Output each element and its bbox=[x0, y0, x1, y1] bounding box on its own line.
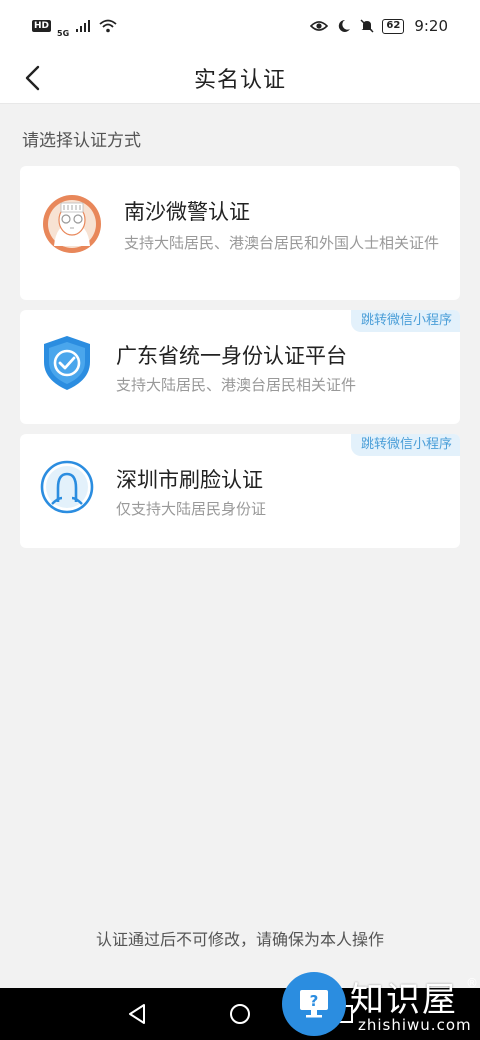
watermark-text: 知识屋 bbox=[350, 980, 458, 1020]
status-bar: HD 5G 62 9:20 bbox=[0, 0, 480, 52]
battery-indicator: 62 bbox=[382, 18, 405, 34]
status-time: 9:20 bbox=[414, 17, 448, 35]
card-description: 支持大陆居民、港澳台居民和外国人士相关证件 bbox=[124, 234, 440, 252]
section-label: 请选择认证方式 bbox=[22, 131, 141, 151]
bell-muted-icon bbox=[360, 19, 374, 33]
wechat-miniprogram-tag: 跳转微信小程序 bbox=[350, 434, 460, 456]
watermark: ? 知识屋 ® zhishiwu.com bbox=[282, 966, 480, 1040]
wifi-icon bbox=[99, 19, 117, 33]
status-left: HD 5G bbox=[32, 15, 117, 38]
footer-note: 认证通过后不可修改，请确保为本人操作 bbox=[95, 930, 384, 949]
signal-icon bbox=[76, 20, 91, 32]
eye-icon bbox=[310, 21, 329, 31]
auth-option-shenzhen[interactable]: 跳转微信小程序 深圳市刷脸认证 仅支持大陆居民身份证 bbox=[20, 434, 460, 548]
nav-back-icon[interactable] bbox=[124, 1000, 152, 1028]
wechat-miniprogram-tag: 跳转微信小程序 bbox=[350, 310, 460, 332]
nav-home-icon[interactable] bbox=[226, 1000, 254, 1028]
shield-check-icon bbox=[44, 336, 90, 390]
card-description: 支持大陆居民、港澳台居民相关证件 bbox=[116, 376, 357, 394]
nav-bar: 实名认证 bbox=[0, 52, 480, 104]
auth-option-guangdong[interactable]: 跳转微信小程序 广东省统一身份认证平台 支持大陆居民、港澳台居民相关证件 bbox=[20, 310, 460, 424]
card-description: 仅支持大陆居民身份证 bbox=[116, 500, 267, 518]
card-title: 深圳市刷脸认证 bbox=[116, 468, 263, 492]
police-avatar-icon bbox=[43, 195, 101, 253]
watermark-registered: ® bbox=[466, 976, 478, 990]
card-title: 南沙微警认证 bbox=[124, 200, 250, 224]
network-type: 5G bbox=[57, 28, 70, 38]
card-title: 广东省统一身份认证平台 bbox=[116, 344, 347, 368]
face-scan-icon bbox=[40, 460, 94, 514]
chevron-left-icon bbox=[25, 65, 40, 91]
moon-icon bbox=[339, 19, 351, 32]
svg-text:?: ? bbox=[310, 992, 319, 1010]
hd-badge: HD bbox=[32, 20, 52, 32]
back-button[interactable] bbox=[14, 60, 50, 96]
page-title: 实名认证 bbox=[193, 67, 286, 93]
auth-option-nansha[interactable]: 南沙微警认证 支持大陆居民、港澳台居民和外国人士相关证件 bbox=[20, 166, 460, 300]
status-right: 62 9:20 bbox=[310, 17, 448, 35]
help-monitor-icon: ? bbox=[282, 972, 346, 1036]
watermark-url: zhishiwu.com bbox=[358, 1016, 472, 1034]
